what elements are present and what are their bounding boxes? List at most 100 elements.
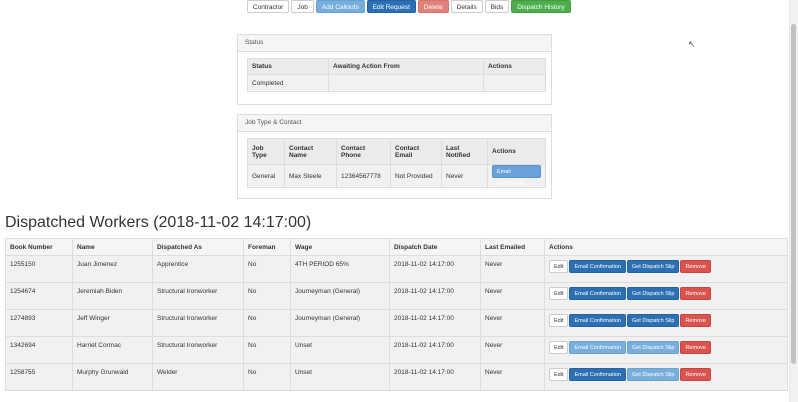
tab-contractor[interactable]: Contractor	[247, 0, 290, 13]
job-contact-table: Job Type Contact Name Contact Phone Cont…	[247, 138, 546, 188]
column-header-contact-phone: Contact Phone	[336, 138, 391, 165]
contact-name-value: Max Steele	[284, 164, 337, 188]
job-action-tabs: Contractor Job Add Callouts Edit Request Del…	[247, 0, 571, 13]
foreman-cell: No	[243, 363, 291, 391]
tab-add-callouts[interactable]: Add Callouts	[315, 0, 365, 13]
column-header-job-type: Job Type	[247, 138, 285, 165]
remove-button[interactable]: Remove	[680, 260, 711, 273]
foreman-cell: No	[243, 336, 291, 364]
wage-cell: 4TH PERIOD 65%	[290, 255, 390, 283]
dispatch-date-cell: 2018-11-02 14:17:00	[389, 282, 481, 310]
get-dispatch-slip-button[interactable]: Get Dispatch Slip	[626, 368, 680, 381]
table-row: 1274893 Jeff Winger Structural Ironworker N…	[5, 309, 788, 337]
page-scrollbar[interactable]	[789, 0, 798, 402]
wage-cell: Unset	[290, 336, 390, 364]
book-number-cell: 1258755	[5, 363, 73, 391]
edit-button[interactable]: Edit	[549, 341, 569, 354]
foreman-cell: No	[243, 255, 291, 283]
remove-button[interactable]: Remove	[680, 341, 711, 354]
worker-name-cell: Murphy Grunwald	[72, 363, 153, 391]
get-dispatch-slip-button[interactable]: Get Dispatch Slip	[626, 260, 680, 273]
worker-name-cell: Jeff Winger	[72, 309, 153, 337]
column-header-contact-email: Contact Email	[390, 138, 442, 165]
wage-cell: Journeyman (General)	[290, 282, 390, 310]
edit-button[interactable]: Edit	[549, 314, 569, 327]
row-actions-cell: Edit Email Confirmation Get Dispatch Slip R…	[544, 282, 788, 310]
status-panel-heading: Status	[238, 35, 551, 52]
last-notified-value: Never	[441, 164, 488, 188]
tab-details[interactable]: Details	[450, 0, 483, 13]
tab-dispatch-history[interactable]: Dispatch History	[511, 0, 571, 13]
column-header-dispatch-date: Dispatch Date	[389, 238, 481, 256]
get-dispatch-slip-button[interactable]: Get Dispatch Slip	[626, 287, 680, 300]
email-confirmation-button[interactable]: Email Confirmation	[569, 368, 626, 381]
dispatched-workers-table: Book Number Name Dispatched As Foreman Wage D…	[5, 238, 788, 391]
dispatched-workers-title: Dispatched Workers (2018-11-02 14:17:00)	[5, 214, 312, 231]
column-header-status: Status	[247, 58, 329, 75]
wage-cell: Journeyman (General)	[290, 309, 390, 337]
job-actions-cell: Email Notification	[487, 164, 546, 188]
table-row: 1255150 Juan Jimenez Apprentice No 4TH PERIO…	[5, 255, 788, 283]
job-contact-panel: Job Type & Contact Job Type Contact Name…	[237, 114, 552, 199]
column-header-actions: Actions	[483, 58, 546, 75]
edit-button[interactable]: Edit	[549, 368, 569, 381]
email-confirmation-button[interactable]: Email Confirmation	[569, 314, 626, 327]
last-emailed-cell: Never	[480, 309, 545, 337]
book-number-cell: 1342694	[5, 336, 73, 364]
tab-delete[interactable]: Delete	[417, 0, 449, 13]
job-type-value: General	[247, 164, 285, 188]
column-header-name: Name	[72, 238, 153, 256]
remove-button[interactable]: Remove	[680, 368, 711, 381]
column-header-wage: Wage	[290, 238, 390, 256]
foreman-cell: No	[243, 309, 291, 337]
last-emailed-cell: Never	[480, 336, 545, 364]
dispatched-as-cell: Structural Ironworker	[152, 282, 244, 310]
scrollbar-thumb[interactable]	[791, 24, 796, 364]
dispatch-date-cell: 2018-11-02 14:17:00	[389, 363, 481, 391]
last-emailed-cell: Never	[480, 255, 545, 283]
dispatched-as-cell: Welder	[152, 363, 244, 391]
email-confirmation-button[interactable]: Email Confirmation	[569, 341, 626, 354]
worker-name-cell: Juan Jimenez	[72, 255, 153, 283]
row-actions-cell: Edit Email Confirmation Get Dispatch Slip R…	[544, 309, 788, 337]
dispatched-as-cell: Structural Ironworker	[152, 309, 244, 337]
edit-button[interactable]: Edit	[549, 260, 569, 273]
edit-button[interactable]: Edit	[549, 287, 569, 300]
status-table: Status Awaiting Action From Actions Comp…	[247, 58, 546, 92]
column-header-foreman: Foreman	[243, 238, 291, 256]
contact-email-value: Not Provided	[390, 164, 442, 188]
row-actions-cell: Edit Email Confirmation Get Dispatch Slip R…	[544, 363, 788, 391]
worker-name-cell: Harriet Cormac	[72, 336, 153, 364]
dispatch-date-cell: 2018-11-02 14:17:00	[389, 336, 481, 364]
get-dispatch-slip-button[interactable]: Get Dispatch Slip	[626, 341, 680, 354]
email-notification-button[interactable]: Email Notification	[492, 165, 541, 187]
status-actions-cell	[483, 74, 546, 92]
dispatched-as-cell: Structural Ironworker	[152, 336, 244, 364]
row-actions-cell: Edit Email Confirmation Get Dispatch Slip R…	[544, 255, 788, 283]
table-row: 1342694 Harriet Cormac Structural Ironwork…	[5, 336, 788, 364]
column-header-contact-name: Contact Name	[284, 138, 337, 165]
get-dispatch-slip-button[interactable]: Get Dispatch Slip	[626, 314, 680, 327]
last-emailed-cell: Never	[480, 282, 545, 310]
book-number-cell: 1255150	[5, 255, 73, 283]
wage-cell: Unset	[290, 363, 390, 391]
remove-button[interactable]: Remove	[680, 287, 711, 300]
email-confirmation-button[interactable]: Email Confirmation	[569, 287, 626, 300]
column-header-awaiting-action: Awaiting Action From	[328, 58, 484, 75]
column-header-dispatched-as: Dispatched As	[152, 238, 244, 256]
email-confirmation-button[interactable]: Email Confirmation	[569, 260, 626, 273]
column-header-job-actions: Actions	[487, 138, 546, 165]
table-header-row: Book Number Name Dispatched As Foreman Wage D…	[5, 238, 788, 256]
tab-bids[interactable]: Bids	[484, 0, 510, 13]
remove-button[interactable]: Remove	[680, 314, 711, 327]
dispatched-as-cell: Apprentice	[152, 255, 244, 283]
book-number-cell: 1274893	[5, 309, 73, 337]
book-number-cell: 1254674	[5, 282, 73, 310]
tab-edit-request[interactable]: Edit Request	[366, 0, 416, 13]
worker-name-cell: Jeremiah Biden	[72, 282, 153, 310]
contact-phone-value: 12364567778	[336, 164, 391, 188]
tab-job[interactable]: Job	[291, 0, 314, 13]
foreman-cell: No	[243, 282, 291, 310]
column-header-last-notified: Last Notified	[441, 138, 488, 165]
awaiting-action-value	[328, 74, 484, 92]
